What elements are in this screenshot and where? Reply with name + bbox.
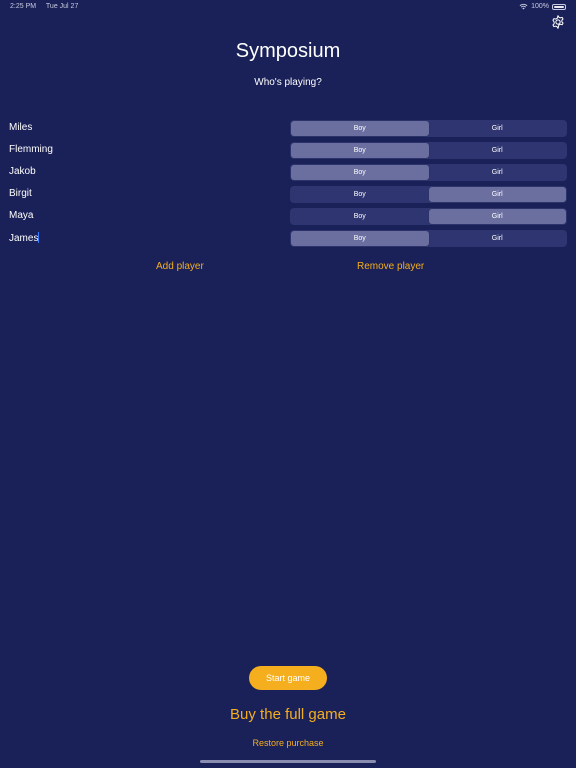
segment-girl[interactable]: Girl xyxy=(429,143,567,158)
player-name-field[interactable]: Miles xyxy=(9,122,32,133)
gear-icon xyxy=(552,15,564,29)
status-bar: 2:25 PM Tue Jul 27 100% xyxy=(0,0,576,14)
player-row: Miles Boy Girl xyxy=(0,118,576,140)
gender-segmented-control: Boy Girl xyxy=(290,164,567,181)
gender-segmented-control: Boy Girl xyxy=(290,142,567,159)
segment-boy[interactable]: Boy xyxy=(291,121,429,136)
segment-boy[interactable]: Boy xyxy=(291,231,429,246)
status-right: 100% xyxy=(519,3,566,10)
start-game-button[interactable]: Start game xyxy=(249,666,327,690)
player-row: Jakob Boy Girl xyxy=(0,162,576,184)
home-indicator[interactable] xyxy=(200,760,376,763)
segment-boy[interactable]: Boy xyxy=(291,165,429,180)
player-name-field[interactable]: Maya xyxy=(9,210,33,221)
wifi-icon xyxy=(519,3,528,10)
gender-segmented-control: Boy Girl xyxy=(290,230,567,247)
segment-girl[interactable]: Girl xyxy=(428,209,566,224)
player-row: Flemming Boy Girl xyxy=(0,140,576,162)
battery-percent: 100% xyxy=(531,3,549,10)
text-cursor xyxy=(38,232,40,243)
segment-boy[interactable]: Boy xyxy=(291,187,429,202)
segment-girl[interactable]: Girl xyxy=(429,231,567,246)
remove-player-button[interactable]: Remove player xyxy=(357,261,424,272)
player-name-field[interactable]: James xyxy=(9,232,40,244)
status-date: Tue Jul 27 xyxy=(45,3,79,10)
gender-segmented-control: Boy Girl xyxy=(290,120,567,137)
buy-full-game-button[interactable]: Buy the full game xyxy=(0,706,576,723)
segment-girl[interactable]: Girl xyxy=(428,187,566,202)
battery-icon xyxy=(552,3,566,10)
page-title: Symposium xyxy=(235,40,341,62)
player-name-field[interactable]: Jakob xyxy=(9,166,36,177)
add-player-button[interactable]: Add player xyxy=(156,261,204,272)
player-list: Miles Boy Girl Flemming Boy Girl Jakob B… xyxy=(0,118,576,250)
segment-boy[interactable]: Boy xyxy=(291,143,429,158)
page-subtitle: Who's playing? xyxy=(254,77,322,88)
player-name-field[interactable]: Birgit xyxy=(9,188,32,199)
settings-button[interactable] xyxy=(550,14,566,30)
restore-purchase-button[interactable]: Restore purchase xyxy=(0,738,576,748)
player-row: James Boy Girl xyxy=(0,228,576,250)
segment-boy[interactable]: Boy xyxy=(291,209,429,224)
status-left: 2:25 PM Tue Jul 27 xyxy=(10,3,86,10)
gender-segmented-control: Boy Girl xyxy=(290,208,567,225)
player-name-field[interactable]: Flemming xyxy=(9,144,53,155)
player-row: Maya Boy Girl xyxy=(0,206,576,228)
segment-girl[interactable]: Girl xyxy=(429,121,567,136)
gender-segmented-control: Boy Girl xyxy=(290,186,567,203)
player-row: Birgit Boy Girl xyxy=(0,184,576,206)
status-time: 2:25 PM xyxy=(10,3,37,10)
segment-girl[interactable]: Girl xyxy=(429,165,567,180)
